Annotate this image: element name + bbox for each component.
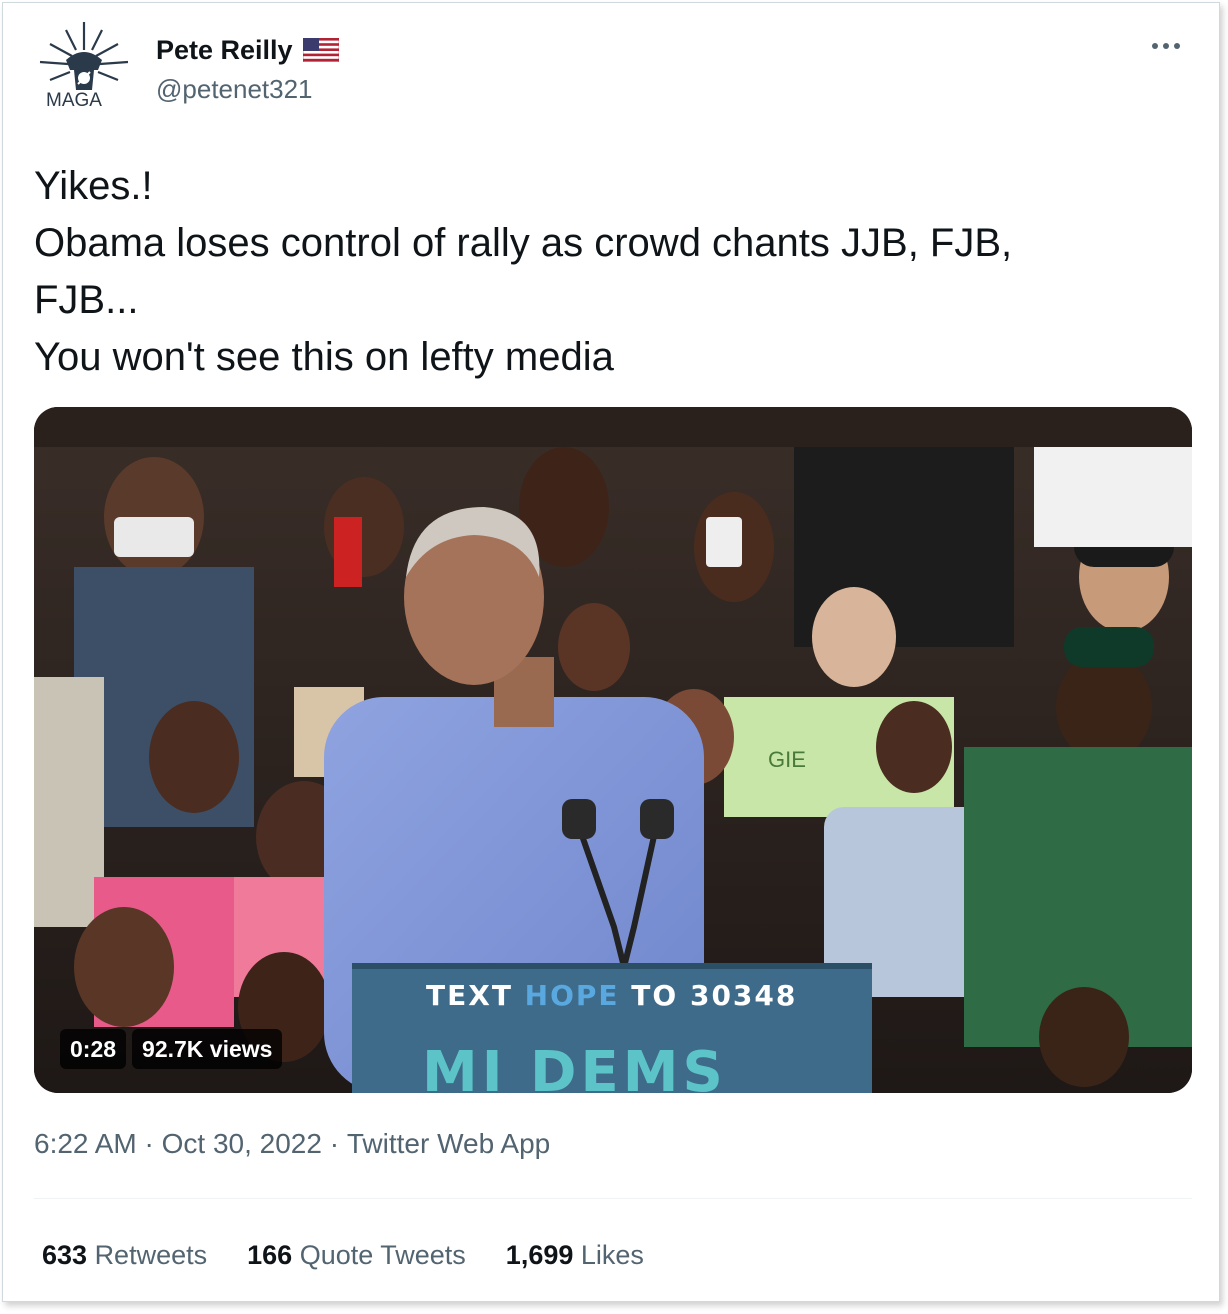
dot: [1163, 43, 1169, 49]
video-badges: 0:28 92.7K views: [60, 1029, 283, 1069]
meta-separator: ·: [321, 1128, 347, 1159]
svg-text:GIE: GIE: [768, 747, 806, 772]
retweets-stat[interactable]: 633 Retweets: [42, 1240, 207, 1271]
podium: TEXT HOPE TO 30348 MI DEMS: [352, 963, 872, 1093]
more-options-icon[interactable]: [1152, 36, 1192, 56]
us-flag-icon: [302, 38, 339, 62]
tweet-time[interactable]: 6:22 AM: [34, 1128, 137, 1160]
svg-text:TEXT HOPE TO 30348: TEXT HOPE TO 30348: [426, 979, 797, 1012]
video-duration: 0:28: [60, 1029, 127, 1069]
video-views: 92.7K views: [132, 1029, 283, 1069]
quote-tweets-count: 166: [247, 1240, 300, 1270]
tweet-stats: 633 Retweets 166 Quote Tweets 1,699 Like…: [42, 1240, 644, 1271]
tweet-text-line: You won't see this on lefty media: [34, 335, 614, 379]
tweet-date[interactable]: Oct 30, 2022: [162, 1128, 322, 1160]
tweet-text-line: Obama loses control of rally as crowd ch…: [34, 221, 1013, 265]
tweet-text-line: FJB...: [34, 278, 139, 322]
retweets-label: Retweets: [94, 1240, 208, 1270]
dot: [1152, 43, 1158, 49]
author-handle[interactable]: @petenet321: [156, 74, 313, 105]
likes-count: 1,699: [505, 1240, 581, 1270]
svg-text:MAGA: MAGA: [46, 90, 102, 111]
quote-tweets-stat[interactable]: 166 Quote Tweets: [247, 1240, 466, 1271]
meta-separator: ·: [136, 1128, 162, 1159]
tweet-metadata: 6:22 AM · Oct 30, 2022 · Twitter Web App: [34, 1128, 550, 1160]
author-name-row[interactable]: Pete Reilly: [156, 32, 339, 68]
svg-text:MI DEMS: MI DEMS: [422, 1040, 727, 1093]
liberty-logo-icon: MAGA: [39, 22, 129, 111]
quote-tweets-label: Quote Tweets: [299, 1240, 466, 1270]
divider: [34, 1198, 1192, 1199]
dot: [1174, 43, 1180, 49]
likes-label: Likes: [580, 1240, 644, 1270]
tweet-text: Yikes.! Obama loses control of rally as …: [34, 158, 1184, 386]
video-player[interactable]: GIE TEXT HOPE TO 30348 MI DEMS: [34, 407, 1192, 1093]
author-avatar[interactable]: MAGA: [36, 20, 132, 112]
tweet-source[interactable]: Twitter Web App: [347, 1128, 550, 1160]
retweets-count: 633: [42, 1240, 95, 1270]
author-display-name[interactable]: Pete Reilly: [156, 35, 293, 66]
tweet-text-line: Yikes.!: [34, 164, 153, 208]
likes-stat[interactable]: 1,699 Likes: [506, 1240, 644, 1271]
video-frame: GIE TEXT HOPE TO 30348 MI DEMS: [34, 407, 1192, 1093]
